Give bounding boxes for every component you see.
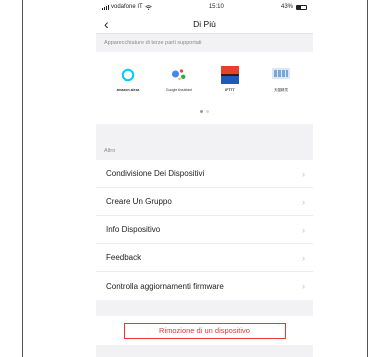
page-title: Di Più bbox=[193, 18, 216, 29]
partner-label: amazon alexa bbox=[116, 88, 140, 92]
menu-item-label: Info Dispositivo bbox=[106, 225, 161, 234]
phone-screen: vodafone IT 15:10 43% ‹ Di Più Apparecch… bbox=[96, 0, 313, 357]
frame-border-right bbox=[367, 0, 368, 357]
battery-icon bbox=[296, 4, 307, 10]
remove-device-container: Rimozione di un dispositivo bbox=[96, 316, 313, 345]
partners-carousel[interactable]: amazon alexa Google Assistant IFTTT 天猫精灵 bbox=[96, 52, 313, 124]
status-bar: vodafone IT 15:10 43% bbox=[96, 0, 313, 14]
google-assistant-logo-icon bbox=[171, 64, 187, 86]
status-left: vodafone IT bbox=[102, 4, 152, 10]
partner-label: 天猫精灵 bbox=[274, 88, 288, 92]
partner-google-assistant[interactable]: Google Assistant bbox=[155, 64, 203, 93]
amazon-alexa-logo-icon bbox=[121, 64, 135, 86]
battery-percent: 43% bbox=[280, 4, 293, 10]
remove-device-button[interactable]: Rimozione di un dispositivo bbox=[123, 322, 286, 339]
chevron-right-icon: › bbox=[302, 168, 305, 179]
wifi-icon bbox=[144, 4, 152, 10]
chevron-right-icon: › bbox=[302, 196, 305, 207]
partner-label: IFTTT bbox=[225, 88, 235, 92]
tmall-genie-logo-icon bbox=[271, 64, 291, 86]
menu-item-feedback[interactable]: Feedback › bbox=[96, 244, 313, 272]
partner-tmall-genie[interactable]: 天猫精灵 bbox=[257, 64, 305, 93]
back-chevron-icon[interactable]: ‹ bbox=[104, 16, 109, 32]
battery-status: 43% bbox=[281, 4, 307, 10]
partner-ifttt[interactable]: IFTTT bbox=[206, 64, 254, 93]
menu-item-condivisione-dispositivi[interactable]: Condivisione Dei Dispositivi › bbox=[96, 160, 313, 188]
partners-section-header: Apparecchiature di terze parti supportat… bbox=[104, 40, 202, 46]
menu-item-label: Controlla aggiornamenti firmware bbox=[106, 281, 224, 291]
partner-amazon-alexa[interactable]: amazon alexa bbox=[104, 64, 152, 93]
menu-item-aggiornamenti-firmware[interactable]: Controlla aggiornamenti firmware › bbox=[96, 272, 313, 300]
menu-item-info-dispositivo[interactable]: Info Dispositivo › bbox=[96, 216, 313, 244]
altro-menu: Condivisione Dei Dispositivi › Creare Un… bbox=[96, 160, 313, 300]
partner-row: amazon alexa Google Assistant IFTTT 天猫精灵 bbox=[96, 52, 313, 93]
menu-item-label: Creare Un Gruppo bbox=[106, 197, 172, 206]
chevron-right-icon: › bbox=[302, 252, 305, 263]
nav-bar: ‹ Di Più bbox=[96, 14, 313, 34]
frame-border-left bbox=[22, 0, 23, 357]
carrier-label: vodafone IT bbox=[111, 4, 143, 10]
signal-icon bbox=[102, 4, 109, 10]
carousel-dot[interactable] bbox=[206, 110, 209, 113]
ifttt-logo-icon bbox=[221, 64, 239, 86]
menu-item-creare-gruppo[interactable]: Creare Un Gruppo › bbox=[96, 188, 313, 216]
status-time: 15:10 bbox=[208, 4, 224, 10]
carousel-page-indicator bbox=[96, 110, 313, 113]
chevron-right-icon: › bbox=[302, 224, 305, 235]
altro-section-header: Altro bbox=[104, 148, 116, 154]
carousel-dot-active[interactable] bbox=[200, 110, 203, 113]
partner-label: Google Assistant bbox=[165, 88, 193, 92]
menu-item-label: Condivisione Dei Dispositivi bbox=[106, 169, 205, 178]
chevron-right-icon: › bbox=[302, 281, 305, 291]
menu-item-label: Feedback bbox=[106, 253, 142, 262]
